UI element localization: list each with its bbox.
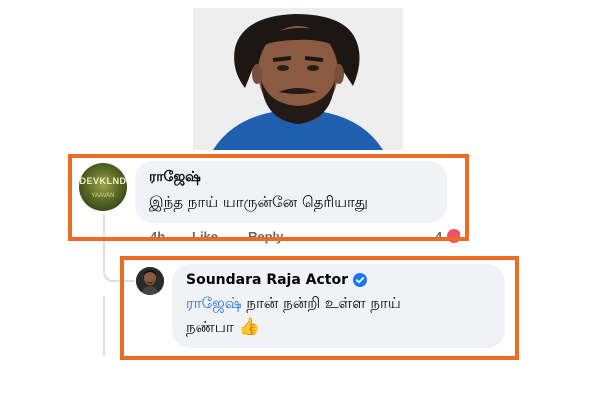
highlight-box <box>120 256 519 360</box>
profile-photo <box>193 8 403 150</box>
thread-line <box>103 296 105 356</box>
highlight-box <box>68 154 469 241</box>
